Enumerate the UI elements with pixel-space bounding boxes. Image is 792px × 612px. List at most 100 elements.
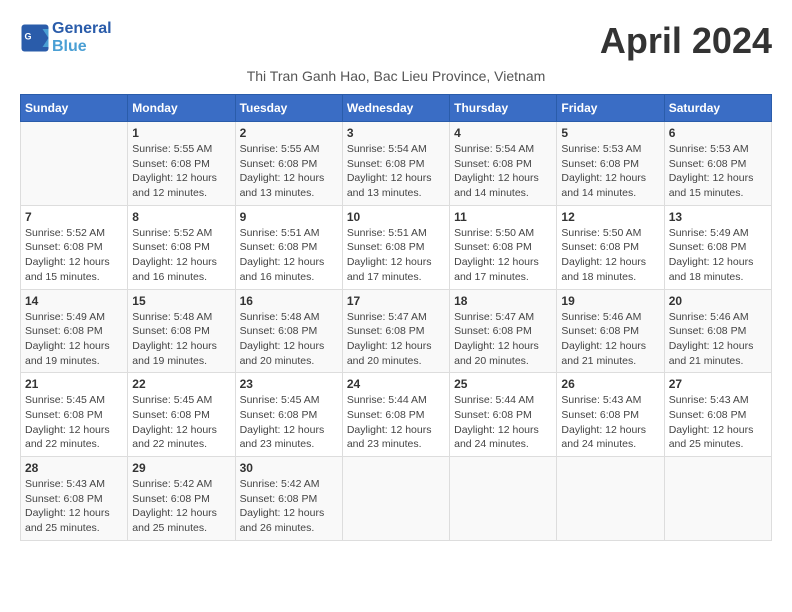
calendar-day-cell: 24 Sunrise: 5:44 AM Sunset: 6:08 PM Dayli… [342, 373, 449, 457]
calendar-table: SundayMondayTuesdayWednesdayThursdayFrid… [20, 94, 772, 541]
day-info: Sunrise: 5:55 AM Sunset: 6:08 PM Dayligh… [132, 142, 230, 201]
day-number: 1 [132, 126, 230, 140]
day-info: Sunrise: 5:51 AM Sunset: 6:08 PM Dayligh… [347, 226, 445, 285]
calendar-day-cell: 9Sunrise: 5:51 AM Sunset: 6:08 PM Daylig… [235, 205, 342, 289]
calendar-day-cell: 22 Sunrise: 5:45 AM Sunset: 6:08 PM Dayli… [128, 373, 235, 457]
calendar-week-row: 1 Sunrise: 5:55 AM Sunset: 6:08 PM Daylig… [21, 122, 772, 206]
weekday-header-sunday: Sunday [21, 95, 128, 122]
calendar-week-row: 21 Sunrise: 5:45 AM Sunset: 6:08 PM Dayli… [21, 373, 772, 457]
day-number: 4 [454, 126, 552, 140]
day-info: Sunrise: 5:53 AM Sunset: 6:08 PM Dayligh… [561, 142, 659, 201]
calendar-day-cell: 4 Sunrise: 5:54 AM Sunset: 6:08 PM Daylig… [450, 122, 557, 206]
day-number: 23 [240, 377, 338, 391]
calendar-day-cell: 14 Sunrise: 5:49 AM Sunset: 6:08 PM Dayli… [21, 289, 128, 373]
calendar-day-cell: 20 Sunrise: 5:46 AM Sunset: 6:08 PM Dayli… [664, 289, 771, 373]
day-info: Sunrise: 5:46 AM Sunset: 6:08 PM Dayligh… [561, 310, 659, 369]
calendar-day-cell: 28 Sunrise: 5:43 AM Sunset: 6:08 PM Dayli… [21, 457, 128, 541]
calendar-day-cell: 27 Sunrise: 5:43 AM Sunset: 6:08 PM Dayli… [664, 373, 771, 457]
day-info: Sunrise: 5:52 AM Sunset: 6:08 PM Dayligh… [132, 226, 230, 285]
calendar-day-cell: 18Sunrise: 5:47 AM Sunset: 6:08 PM Dayli… [450, 289, 557, 373]
day-number: 2 [240, 126, 338, 140]
day-info: Sunrise: 5:48 AM Sunset: 6:08 PM Dayligh… [132, 310, 230, 369]
weekday-header-friday: Friday [557, 95, 664, 122]
day-number: 16 [240, 294, 338, 308]
calendar-day-cell: 1 Sunrise: 5:55 AM Sunset: 6:08 PM Daylig… [128, 122, 235, 206]
calendar-day-cell: 3Sunrise: 5:54 AM Sunset: 6:08 PM Daylig… [342, 122, 449, 206]
calendar-day-cell: 8 Sunrise: 5:52 AM Sunset: 6:08 PM Daylig… [128, 205, 235, 289]
day-info: Sunrise: 5:51 AM Sunset: 6:08 PM Dayligh… [240, 226, 338, 285]
weekday-header-saturday: Saturday [664, 95, 771, 122]
weekday-header-monday: Monday [128, 95, 235, 122]
day-info: Sunrise: 5:47 AM Sunset: 6:08 PM Dayligh… [347, 310, 445, 369]
calendar-day-cell: 12 Sunrise: 5:50 AM Sunset: 6:08 PM Dayli… [557, 205, 664, 289]
day-number: 26 [561, 377, 659, 391]
day-number: 22 [132, 377, 230, 391]
calendar-day-cell [450, 457, 557, 541]
day-info: Sunrise: 5:45 AM Sunset: 6:08 PM Dayligh… [240, 393, 338, 452]
calendar-week-row: 28 Sunrise: 5:43 AM Sunset: 6:08 PM Dayli… [21, 457, 772, 541]
calendar-day-cell: 5Sunrise: 5:53 AM Sunset: 6:08 PM Daylig… [557, 122, 664, 206]
day-number: 28 [25, 461, 123, 475]
day-number: 7 [25, 210, 123, 224]
svg-text:G: G [25, 31, 32, 41]
calendar-day-cell: 26 Sunrise: 5:43 AM Sunset: 6:08 PM Dayli… [557, 373, 664, 457]
day-number: 11 [454, 210, 552, 224]
calendar-day-cell [342, 457, 449, 541]
day-number: 24 [347, 377, 445, 391]
weekday-header-wednesday: Wednesday [342, 95, 449, 122]
calendar-day-cell: 13Sunrise: 5:49 AM Sunset: 6:08 PM Dayli… [664, 205, 771, 289]
day-info: Sunrise: 5:48 AM Sunset: 6:08 PM Dayligh… [240, 310, 338, 369]
day-number: 21 [25, 377, 123, 391]
day-info: Sunrise: 5:50 AM Sunset: 6:08 PM Dayligh… [561, 226, 659, 285]
page-title: April 2024 [600, 20, 772, 62]
day-info: Sunrise: 5:50 AM Sunset: 6:08 PM Dayligh… [454, 226, 552, 285]
day-number: 6 [669, 126, 767, 140]
weekday-header-thursday: Thursday [450, 95, 557, 122]
logo-line2: Blue [52, 38, 112, 56]
day-info: Sunrise: 5:46 AM Sunset: 6:08 PM Dayligh… [669, 310, 767, 369]
calendar-day-cell: 21 Sunrise: 5:45 AM Sunset: 6:08 PM Dayli… [21, 373, 128, 457]
day-number: 29 [132, 461, 230, 475]
day-info: Sunrise: 5:42 AM Sunset: 6:08 PM Dayligh… [240, 477, 338, 536]
day-number: 25 [454, 377, 552, 391]
day-info: Sunrise: 5:45 AM Sunset: 6:08 PM Dayligh… [132, 393, 230, 452]
day-info: Sunrise: 5:49 AM Sunset: 6:08 PM Dayligh… [669, 226, 767, 285]
day-info: Sunrise: 5:43 AM Sunset: 6:08 PM Dayligh… [669, 393, 767, 452]
calendar-day-cell [557, 457, 664, 541]
calendar-day-cell: 29 Sunrise: 5:42 AM Sunset: 6:08 PM Dayli… [128, 457, 235, 541]
location-subtitle: Thi Tran Ganh Hao, Bac Lieu Province, Vi… [20, 68, 772, 84]
day-info: Sunrise: 5:44 AM Sunset: 6:08 PM Dayligh… [347, 393, 445, 452]
day-number: 20 [669, 294, 767, 308]
logo: G General Blue [20, 20, 112, 55]
day-info: Sunrise: 5:43 AM Sunset: 6:08 PM Dayligh… [25, 477, 123, 536]
day-number: 27 [669, 377, 767, 391]
day-number: 30 [240, 461, 338, 475]
day-number: 12 [561, 210, 659, 224]
logo-line1: General [52, 20, 112, 38]
calendar-day-cell: 23 Sunrise: 5:45 AM Sunset: 6:08 PM Dayli… [235, 373, 342, 457]
day-info: Sunrise: 5:49 AM Sunset: 6:08 PM Dayligh… [25, 310, 123, 369]
day-number: 8 [132, 210, 230, 224]
day-info: Sunrise: 5:42 AM Sunset: 6:08 PM Dayligh… [132, 477, 230, 536]
calendar-day-cell: 17 Sunrise: 5:47 AM Sunset: 6:08 PM Dayli… [342, 289, 449, 373]
calendar-day-cell: 6 Sunrise: 5:53 AM Sunset: 6:08 PM Daylig… [664, 122, 771, 206]
calendar-day-cell: 25 Sunrise: 5:44 AM Sunset: 6:08 PM Dayli… [450, 373, 557, 457]
day-info: Sunrise: 5:54 AM Sunset: 6:08 PM Dayligh… [454, 142, 552, 201]
calendar-day-cell [664, 457, 771, 541]
day-info: Sunrise: 5:45 AM Sunset: 6:08 PM Dayligh… [25, 393, 123, 452]
logo-icon: G [20, 23, 50, 53]
day-info: Sunrise: 5:55 AM Sunset: 6:08 PM Dayligh… [240, 142, 338, 201]
day-info: Sunrise: 5:43 AM Sunset: 6:08 PM Dayligh… [561, 393, 659, 452]
day-info: Sunrise: 5:52 AM Sunset: 6:08 PM Dayligh… [25, 226, 123, 285]
calendar-day-cell: 15Sunrise: 5:48 AM Sunset: 6:08 PM Dayli… [128, 289, 235, 373]
calendar-day-cell: 16 Sunrise: 5:48 AM Sunset: 6:08 PM Dayli… [235, 289, 342, 373]
calendar-day-cell: 10Sunrise: 5:51 AM Sunset: 6:08 PM Dayli… [342, 205, 449, 289]
day-number: 17 [347, 294, 445, 308]
day-info: Sunrise: 5:53 AM Sunset: 6:08 PM Dayligh… [669, 142, 767, 201]
calendar-day-cell: 30 Sunrise: 5:42 AM Sunset: 6:08 PM Dayli… [235, 457, 342, 541]
day-number: 14 [25, 294, 123, 308]
calendar-day-cell: 19Sunrise: 5:46 AM Sunset: 6:08 PM Dayli… [557, 289, 664, 373]
day-number: 18 [454, 294, 552, 308]
calendar-week-row: 14 Sunrise: 5:49 AM Sunset: 6:08 PM Dayli… [21, 289, 772, 373]
day-info: Sunrise: 5:44 AM Sunset: 6:08 PM Dayligh… [454, 393, 552, 452]
